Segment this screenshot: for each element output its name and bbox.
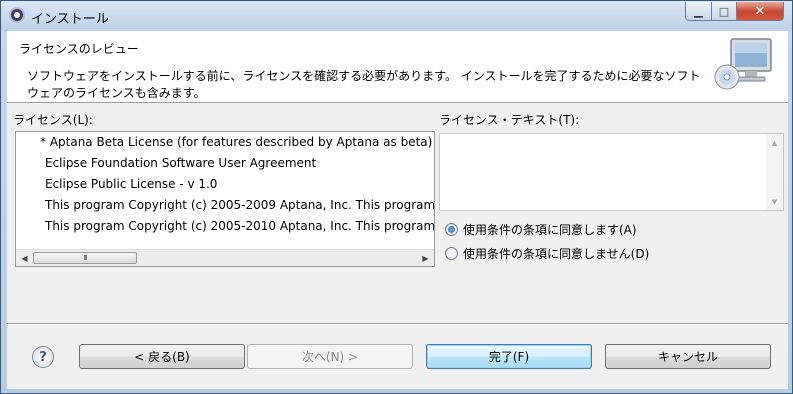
license-item[interactable]: Eclipse Public License - v 1.0 [16,174,434,195]
license-text-area[interactable]: ▲ ▼ [439,133,784,211]
page-description: ソフトウェアをインストールする前に、ライセンスを確認する必要があります。 インス… [27,69,701,100]
scroll-up-arrow-icon[interactable]: ▲ [766,134,783,151]
installer-window: インストール ▁ □ ✕ ライセンスのレビュー ソフトウェアをインストールする前… [0,0,793,394]
back-button[interactable]: < 戻る(B) [79,344,245,369]
license-list-horizontal-scrollbar[interactable]: ◀ III ▶ [16,249,434,266]
radio-unchecked-icon[interactable] [445,246,458,260]
eclipse-app-icon [9,7,25,23]
computer-cd-icon [714,38,772,90]
cancel-button[interactable]: キャンセル [605,344,771,369]
license-item[interactable]: This program Copyright (c) 2005-2009 Apt… [16,195,434,216]
close-button[interactable]: ✕ [736,2,784,21]
title-bar[interactable]: インストール ▁ □ ✕ [1,1,792,31]
window-title: インストール [31,12,109,27]
scroll-right-arrow-icon[interactable]: ▶ [417,250,434,266]
maximize-icon: □ [718,4,730,18]
dialog-client-area: ライセンスのレビュー ソフトウェアをインストールする前に、ライセンスを確認する必… [7,31,788,389]
divider [7,323,788,325]
license-item[interactable]: This program Copyright (c) 2005-2010 Apt… [16,216,434,237]
accept-terms-label[interactable]: 使用条件の条項に同意します(A) [463,221,637,238]
maximize-button[interactable]: □ [711,2,737,21]
radio-checked-icon[interactable] [445,222,458,236]
close-icon: ✕ [754,3,766,19]
scroll-left-arrow-icon[interactable]: ◀ [16,250,33,266]
license-text-label: ライセンス・テキスト(T): [439,113,580,127]
licenses-label: ライセンス(L): [13,113,93,127]
license-item[interactable]: Eclipse Foundation Software User Agreeme… [16,153,434,174]
next-button: 次へ(N) > [247,344,413,369]
license-rows: * Aptana Beta License (for features desc… [16,132,434,248]
license-list[interactable]: * Aptana Beta License (for features desc… [15,131,435,267]
accept-terms-radio[interactable]: 使用条件の条項に同意します(A) [445,220,637,238]
decline-terms-label[interactable]: 使用条件の条項に同意しません(D) [463,245,649,262]
license-text-vertical-scrollbar[interactable]: ▲ ▼ [766,134,783,210]
decline-terms-radio[interactable]: 使用条件の条項に同意しません(D) [445,244,649,262]
page-title: ライセンスのレビュー [19,42,139,56]
wizard-header: ライセンスのレビュー ソフトウェアをインストールする前に、ライセンスを確認する必… [7,31,788,103]
license-item[interactable]: * Aptana Beta License (for features desc… [16,132,434,153]
minimize-icon: ▁ [694,4,703,18]
scroll-down-arrow-icon[interactable]: ▼ [766,193,783,210]
help-icon[interactable]: ? [32,346,54,368]
minimize-button[interactable]: ▁ [685,2,712,21]
finish-button[interactable]: 完了(F) [426,344,592,369]
scroll-thumb[interactable]: III [33,252,137,264]
